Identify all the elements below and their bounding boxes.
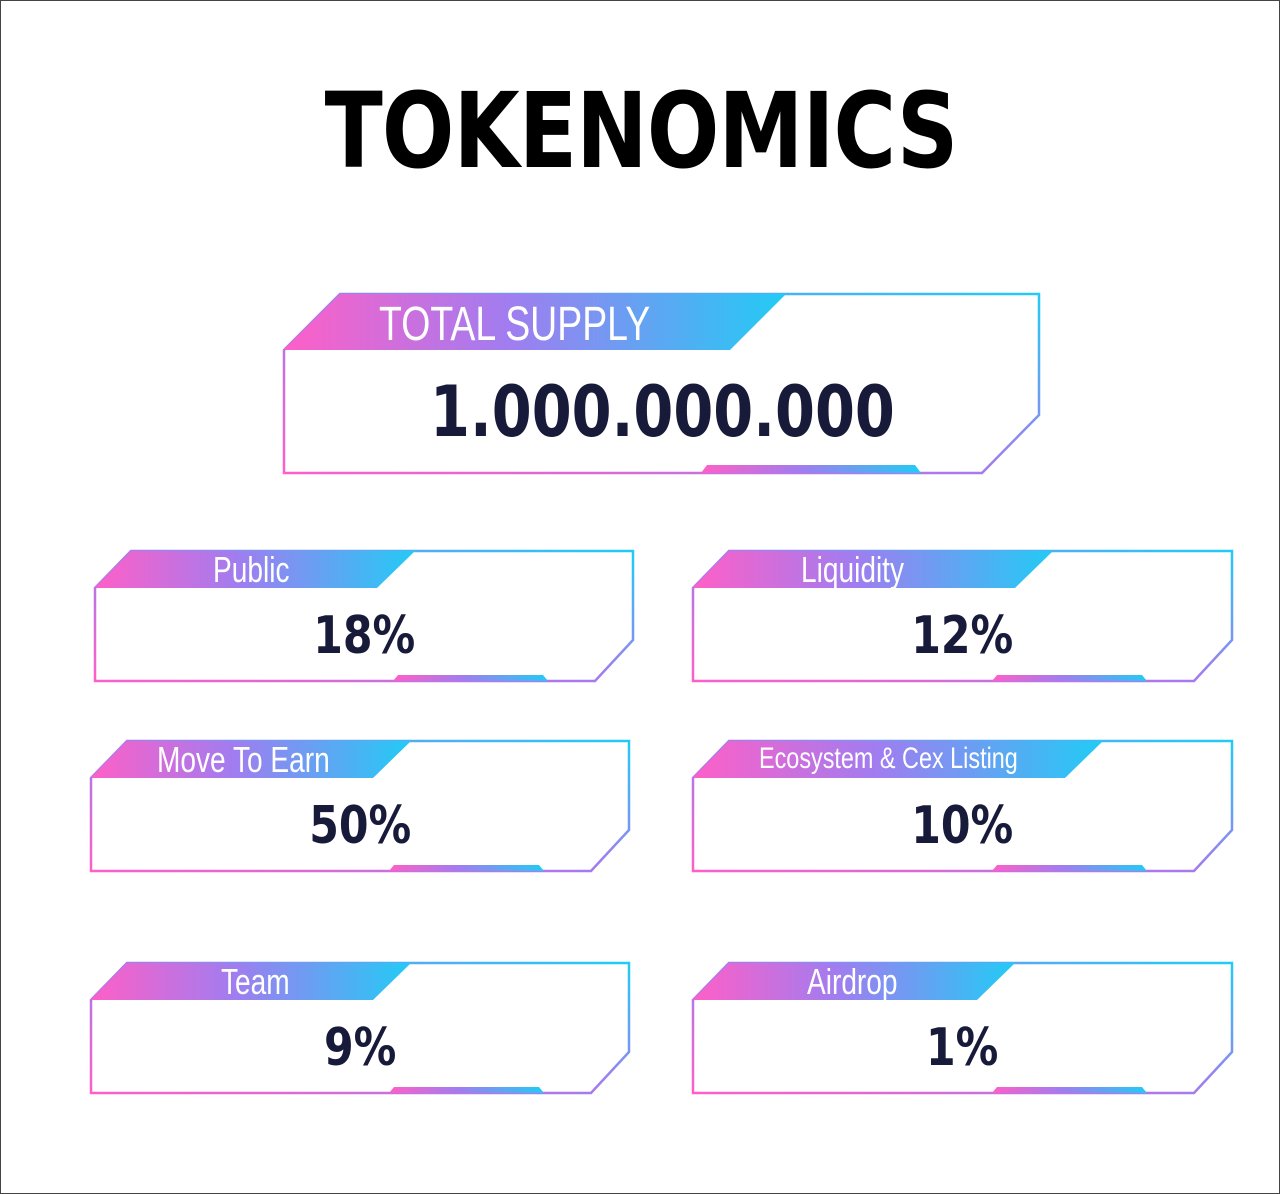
total-supply-card: TOTAL SUPPLY 1.000.000.000 (282, 292, 1041, 475)
allocation-card-airdrop: Airdrop 1% (691, 961, 1234, 1095)
bottom-accent (992, 675, 1147, 681)
allocation-label: Airdrop (807, 961, 898, 1002)
bottom-accent (992, 865, 1147, 871)
bottom-accent (389, 865, 544, 871)
allocation-label: Ecosystem & Cex Listing (759, 742, 1018, 775)
allocation-value: 9% (323, 1018, 397, 1078)
allocation-value: 1% (926, 1018, 999, 1078)
allocation-label: Liquidity (801, 549, 905, 590)
allocation-label: Team (221, 961, 290, 1002)
total-supply-value: 1.000.000.000 (429, 371, 895, 453)
bottom-accent (389, 1087, 544, 1093)
bottom-accent (992, 1087, 1147, 1093)
allocation-value: 12% (911, 606, 1014, 666)
allocation-value: 10% (911, 796, 1014, 856)
allocation-card-move-to-earn: Move To Earn 50% (89, 739, 631, 873)
allocation-value: 50% (308, 796, 412, 856)
allocation-card-team: Team 9% (89, 961, 631, 1095)
page-title: TOKENOMICS (324, 70, 959, 192)
allocation-label: Public (213, 549, 290, 590)
total-supply-label: TOTAL SUPPLY (379, 298, 651, 351)
allocation-label: Move To Earn (157, 739, 330, 780)
allocation-card-liquidity: Liquidity 12% (691, 549, 1234, 683)
allocation-card-public: Public 18% (93, 549, 635, 683)
bottom-accent (393, 675, 548, 681)
allocation-card-ecosystem-cex-listing: Ecosystem & Cex Listing 10% (691, 739, 1234, 873)
tokenomics-page: TOKENOMICS TOTAL SUPPLY 1.000.000.000 Pu… (0, 0, 1280, 1194)
allocation-value: 18% (312, 606, 416, 666)
